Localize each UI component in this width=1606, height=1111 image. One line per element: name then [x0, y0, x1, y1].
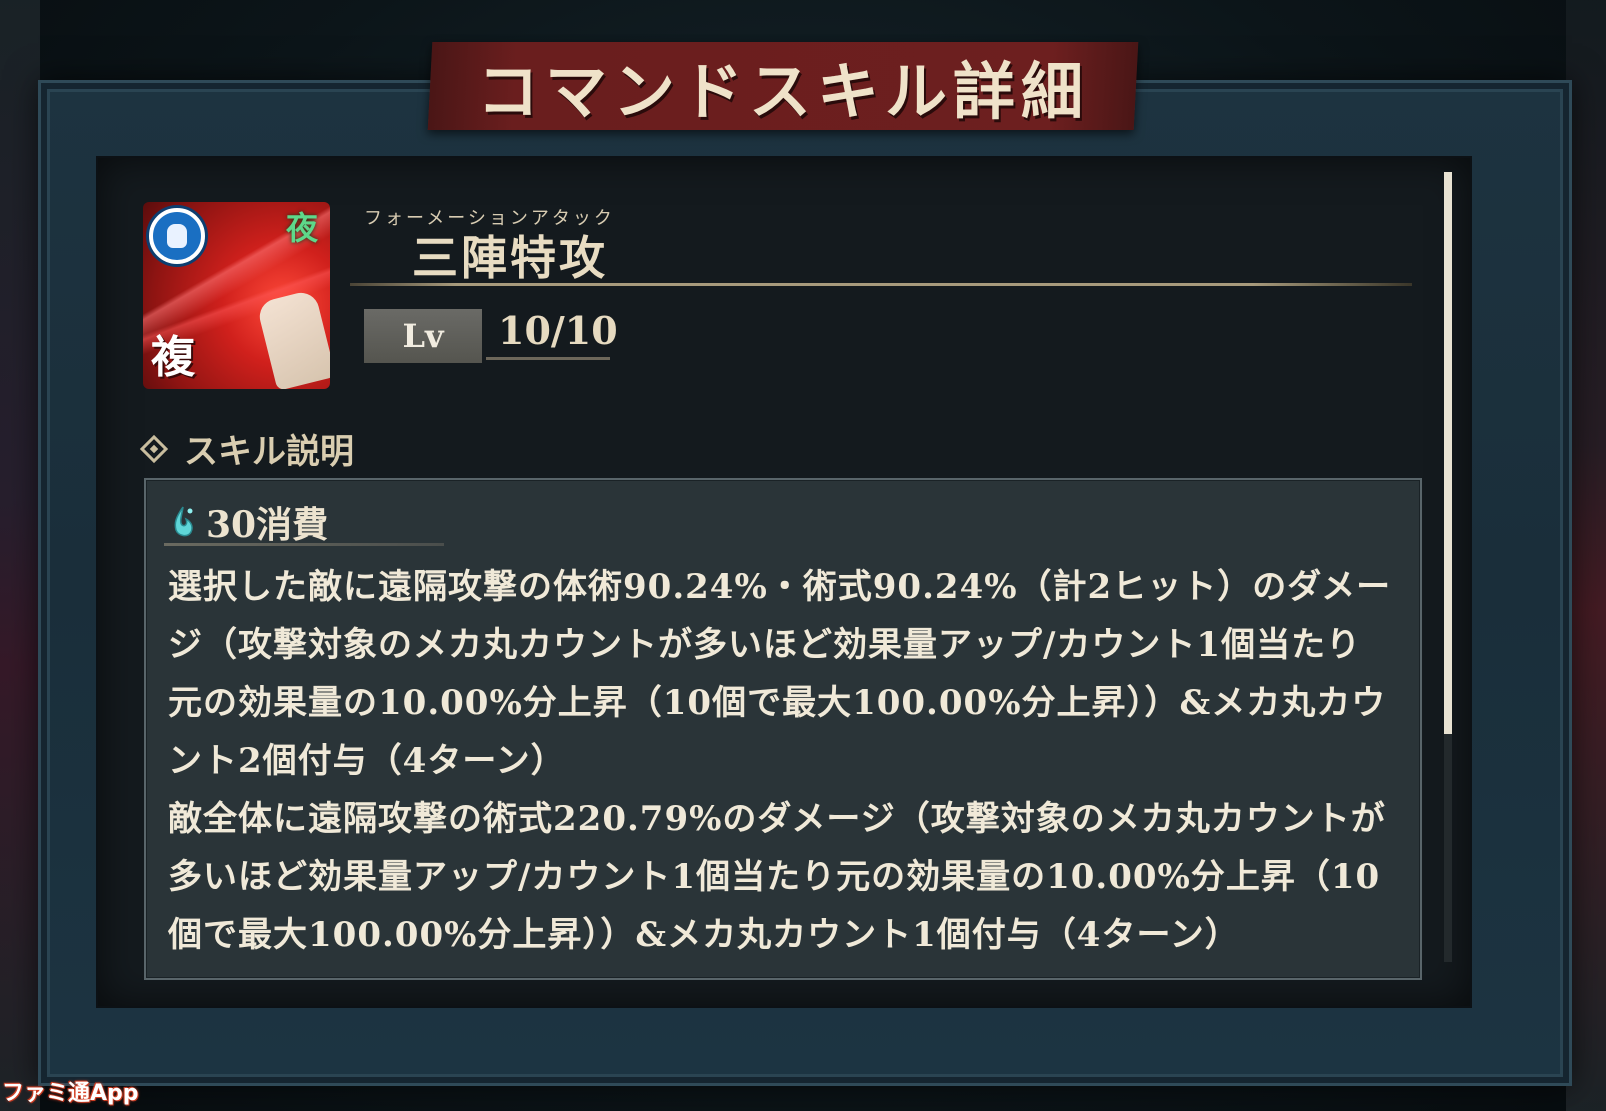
mask-icon: [167, 224, 187, 248]
diamond-bullet-icon: [139, 434, 169, 463]
level-underline: [486, 357, 610, 360]
section-label: スキル説明: [184, 432, 354, 472]
element-badge-icon: [149, 208, 205, 264]
skill-name: 三陣特攻: [412, 231, 608, 285]
level-value: 10/10: [498, 308, 618, 353]
cursed-energy-flame-icon: [174, 506, 193, 537]
cost-underline: [164, 543, 444, 546]
skill-detail-screen: コマンドスキル詳細 夜 複 フォーメーションアタック 三陣特攻 Lv 10/10…: [0, 0, 1606, 1111]
skill-icon: 夜 複: [143, 202, 330, 389]
fist-icon: [256, 289, 330, 389]
description-text: 選択した敵に遠隔攻撃の体術90.24%・術式90.24%（計2ヒット）のダメージ…: [168, 558, 1394, 964]
scrollbar-thumb[interactable]: [1444, 172, 1452, 734]
skill-description-header: スキル説明: [139, 424, 354, 473]
watermark-logo: ファミ通App: [2, 1081, 139, 1106]
cost-row: 30消費: [170, 496, 328, 548]
description-paragraph-2: 敵全体に遠隔攻撃の術式220.79%のダメージ（攻撃対象のメカ丸カウントが多いほ…: [168, 799, 1386, 955]
cost-label: 30消費: [206, 504, 329, 546]
night-badge-icon: 夜: [285, 209, 318, 247]
background-scenery-right: [1566, 0, 1606, 1111]
background-scenery-left: [0, 0, 40, 1111]
description-paragraph-1: 選択した敵に遠隔攻撃の体術90.24%・術式90.24%（計2ヒット）のダメージ…: [168, 567, 1392, 781]
multi-target-badge: 複: [151, 332, 195, 383]
level-label: Lv: [364, 309, 482, 363]
name-divider: [350, 283, 1412, 286]
dialog-title: コマンドスキル詳細: [476, 55, 1089, 128]
